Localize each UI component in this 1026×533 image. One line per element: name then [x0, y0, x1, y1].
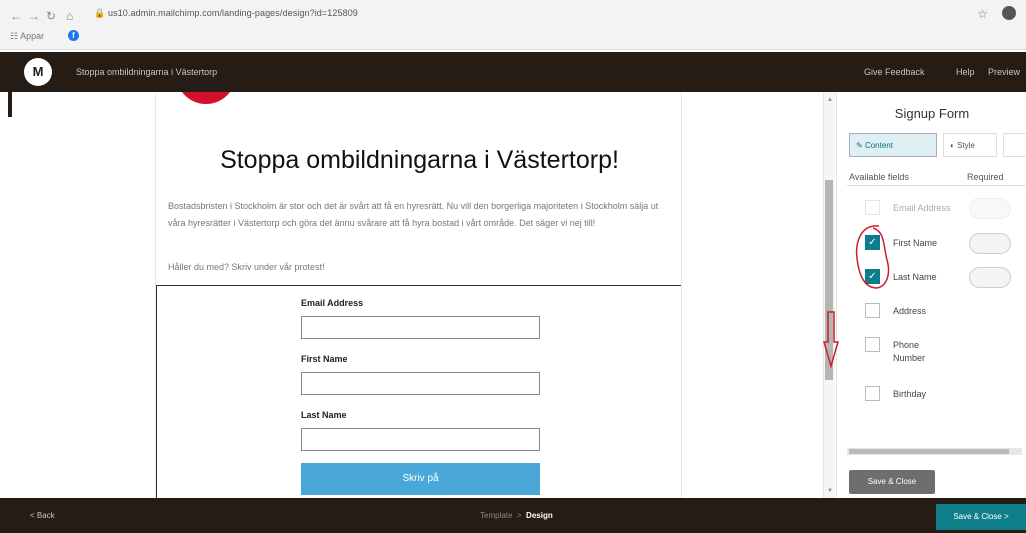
back-arrow-icon[interactable]: ← [10, 9, 22, 23]
step-progress: Template > Design [480, 511, 553, 520]
phone-checkbox[interactable] [865, 337, 880, 352]
app-top-bar: M Stoppa ombildningarna i Västertorp Giv… [0, 52, 1026, 92]
field-label-birthday: Birthday [893, 389, 927, 399]
forward-arrow-icon[interactable]: → [28, 9, 40, 23]
annotation-down-arrow [823, 311, 839, 368]
page-question-text[interactable]: Håller du med? Skriv under vår protest! [168, 262, 325, 272]
birthday-checkbox[interactable] [865, 386, 880, 401]
tab-style[interactable]: ◐ Style [943, 133, 997, 157]
required-header: Required [967, 172, 1004, 182]
field-label-phone: Phone Number [893, 340, 926, 363]
last-name-field[interactable] [301, 428, 540, 451]
first-name-field[interactable] [301, 372, 540, 395]
home-icon[interactable]: ⌂ [66, 9, 73, 23]
panel-title: Signup Form [894, 106, 970, 121]
address-checkbox[interactable] [865, 303, 880, 318]
submit-button[interactable]: Skriv på [301, 463, 540, 495]
step-template[interactable]: Template [480, 511, 512, 520]
signup-form-block[interactable]: Email Address First Name Last Name Skriv… [156, 285, 681, 498]
page-breadcrumb: Stoppa ombildningarna i Västertorp [76, 67, 218, 77]
left-edge-marker [8, 92, 12, 117]
field-label-email: Email Address [893, 203, 951, 213]
profile-avatar[interactable] [1002, 6, 1016, 20]
red-logo-shape [176, 92, 236, 104]
column-divider [847, 185, 1026, 186]
annotation-circle [855, 225, 890, 289]
app-bottom-bar: < Back Template > Design Save & Close > [0, 498, 1026, 533]
tab-content-label: Content [864, 141, 893, 150]
email-field-label: Email Address [301, 298, 364, 308]
help-link[interactable]: Help [956, 67, 975, 77]
field-label-address: Address [893, 306, 927, 316]
last-name-field-label: Last Name [301, 410, 347, 420]
panel-horizontal-scrollbar-thumb[interactable] [849, 449, 1009, 454]
facebook-bookmark-icon[interactable]: f [68, 30, 79, 41]
star-icon[interactable]: ☆ [977, 7, 988, 21]
tab-content[interactable]: ✎ Content [849, 133, 937, 157]
browser-chrome: ← → ↻ ⌂ 🔒 us10.admin.mailchimp.com/landi… [0, 0, 1026, 50]
available-fields-header: Available fields [849, 172, 909, 182]
back-link[interactable]: < Back [30, 511, 55, 520]
preview-link[interactable]: Preview [988, 67, 1020, 77]
scroll-down-icon[interactable]: ▼ [827, 488, 833, 494]
save-close-button[interactable]: Save & Close > [936, 504, 1026, 530]
panel-save-close-button[interactable]: Save & Close [849, 470, 935, 494]
step-separator: > [516, 511, 522, 520]
tab-style-label: Style [957, 141, 975, 150]
bookmarks-apps[interactable]: ☷ Appar [10, 31, 44, 42]
address-bar[interactable]: us10.admin.mailchimp.com/landing-pages/d… [108, 8, 978, 18]
tab-settings[interactable] [1003, 133, 1026, 157]
first-name-required-toggle[interactable] [969, 233, 1011, 254]
last-name-required-toggle[interactable] [969, 267, 1011, 288]
step-design: Design [526, 511, 553, 520]
signup-form-panel: Signup Form ✎ Content ◐ Style Available … [836, 92, 1026, 498]
give-feedback-link[interactable]: Give Feedback [864, 67, 925, 77]
email-checkbox [865, 200, 880, 215]
email-required-toggle [969, 198, 1011, 219]
scroll-up-icon[interactable]: ▲ [827, 97, 833, 103]
reload-icon[interactable]: ↻ [46, 9, 56, 23]
bookmarks-apps-label: Appar [20, 31, 45, 41]
email-field[interactable] [301, 316, 540, 339]
page-body-text[interactable]: Bostadsbristen i Stockholm är stor och d… [168, 198, 673, 232]
mailchimp-logo[interactable]: M [24, 58, 52, 86]
first-name-field-label: First Name [301, 354, 348, 364]
page-headline[interactable]: Stoppa ombildningarna i Västertorp! [156, 146, 681, 175]
lock-icon: 🔒 [94, 8, 106, 18]
landing-page-canvas[interactable]: Stoppa ombildningarna i Västertorp! Bost… [155, 92, 682, 498]
